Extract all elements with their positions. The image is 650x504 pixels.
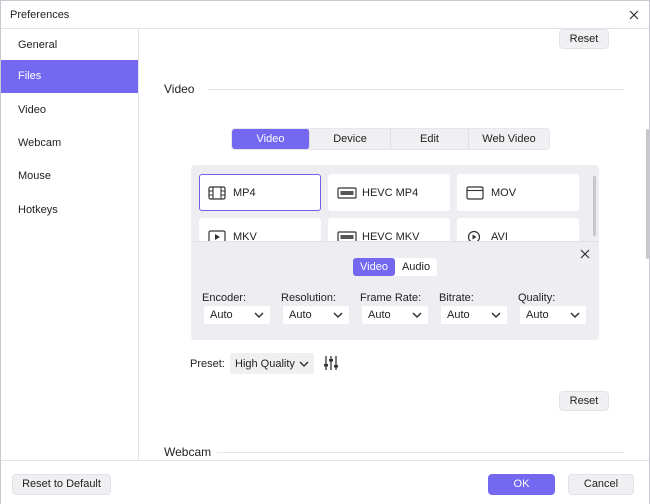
footer-bar: Reset to Default OK Cancel (1, 460, 649, 504)
preset-label: Preset: (190, 358, 225, 370)
bitrate-select[interactable]: Auto (441, 306, 507, 324)
sidebar-item-files[interactable]: Files (1, 60, 138, 93)
reset-bottom-button[interactable]: Reset (559, 391, 609, 411)
format-card-mp4[interactable]: MP4 (199, 174, 321, 211)
frame-rate-label: Frame Rate: (360, 292, 422, 304)
sidebar-item-mouse[interactable]: Mouse (1, 160, 138, 193)
sidebar: General Files Video Webcam Mouse Hotkeys (1, 29, 139, 460)
tab-web-video[interactable]: Web Video (469, 129, 549, 149)
frame-rate-select[interactable]: Auto (362, 306, 428, 324)
format-label: MP4 (233, 187, 256, 199)
sidebar-item-hotkeys[interactable]: Hotkeys (1, 194, 138, 227)
reset-top-button[interactable]: Reset (559, 29, 609, 49)
film-icon (208, 186, 226, 200)
quality-value: Auto (526, 309, 549, 321)
clapper-icon (466, 186, 484, 200)
tab-device[interactable]: Device (310, 129, 391, 149)
chevron-down-icon (570, 312, 580, 319)
encoder-value: Auto (210, 309, 233, 321)
format-tabs: Video Device Edit Web Video (231, 128, 550, 150)
tab-video[interactable]: Video (232, 129, 310, 149)
preset-value: High Quality (235, 358, 295, 370)
resolution-select[interactable]: Auto (283, 306, 349, 324)
format-label: HEVC MP4 (362, 187, 419, 199)
content-scrollbar[interactable] (646, 129, 649, 259)
preset-select[interactable]: High Quality (230, 353, 314, 374)
quality-label: Quality: (518, 292, 556, 304)
format-grid-scrollbar[interactable] (593, 176, 596, 236)
chevron-down-icon (412, 312, 422, 319)
close-icon[interactable] (625, 6, 643, 24)
bitrate-label: Bitrate: (439, 292, 474, 304)
quality-select[interactable]: Auto (520, 306, 586, 324)
subtab-audio[interactable]: Audio (395, 258, 437, 276)
close-icon[interactable] (579, 248, 591, 260)
sidebar-item-general[interactable]: General (1, 29, 138, 62)
chevron-down-icon (299, 361, 309, 368)
resolution-label: Resolution: (281, 292, 337, 304)
resolution-value: Auto (289, 309, 312, 321)
encoder-select[interactable]: Auto (204, 306, 270, 324)
format-card-mov[interactable]: MOV (457, 174, 579, 211)
window-title: Preferences (10, 9, 70, 21)
section-divider (217, 452, 624, 453)
content-pane: Reset Video Video Device Edit Web Video … (140, 29, 649, 460)
sidebar-item-video[interactable]: Video (1, 94, 138, 127)
webcam-section-title: Webcam (164, 445, 212, 459)
sliders-icon[interactable] (323, 355, 339, 371)
reset-to-default-button[interactable]: Reset to Default (12, 474, 111, 495)
preferences-window: Preferences General Files Video Webcam M… (0, 0, 650, 504)
video-section-title: Video (164, 82, 195, 96)
format-label: MOV (491, 187, 517, 199)
subtab-video[interactable]: Video (353, 258, 395, 276)
tab-edit[interactable]: Edit (391, 129, 469, 149)
chevron-down-icon (491, 312, 501, 319)
sidebar-item-webcam[interactable]: Webcam (1, 127, 138, 160)
format-card-hevc-mp4[interactable]: HEVC MP4 (328, 174, 450, 211)
title-bar: Preferences (1, 1, 649, 29)
section-divider (208, 89, 624, 90)
encoding-settings-popup: Video Audio Encoder: Auto Resolution: Au… (192, 241, 599, 339)
encoder-label: Encoder: (202, 292, 247, 304)
bitrate-value: Auto (447, 309, 470, 321)
chevron-down-icon (254, 312, 264, 319)
cancel-button[interactable]: Cancel (568, 474, 634, 495)
settings-subtabs: Video Audio (353, 258, 438, 276)
frame-rate-value: Auto (368, 309, 391, 321)
hevc-icon (337, 187, 357, 199)
ok-button[interactable]: OK (488, 474, 555, 495)
chevron-down-icon (333, 312, 343, 319)
